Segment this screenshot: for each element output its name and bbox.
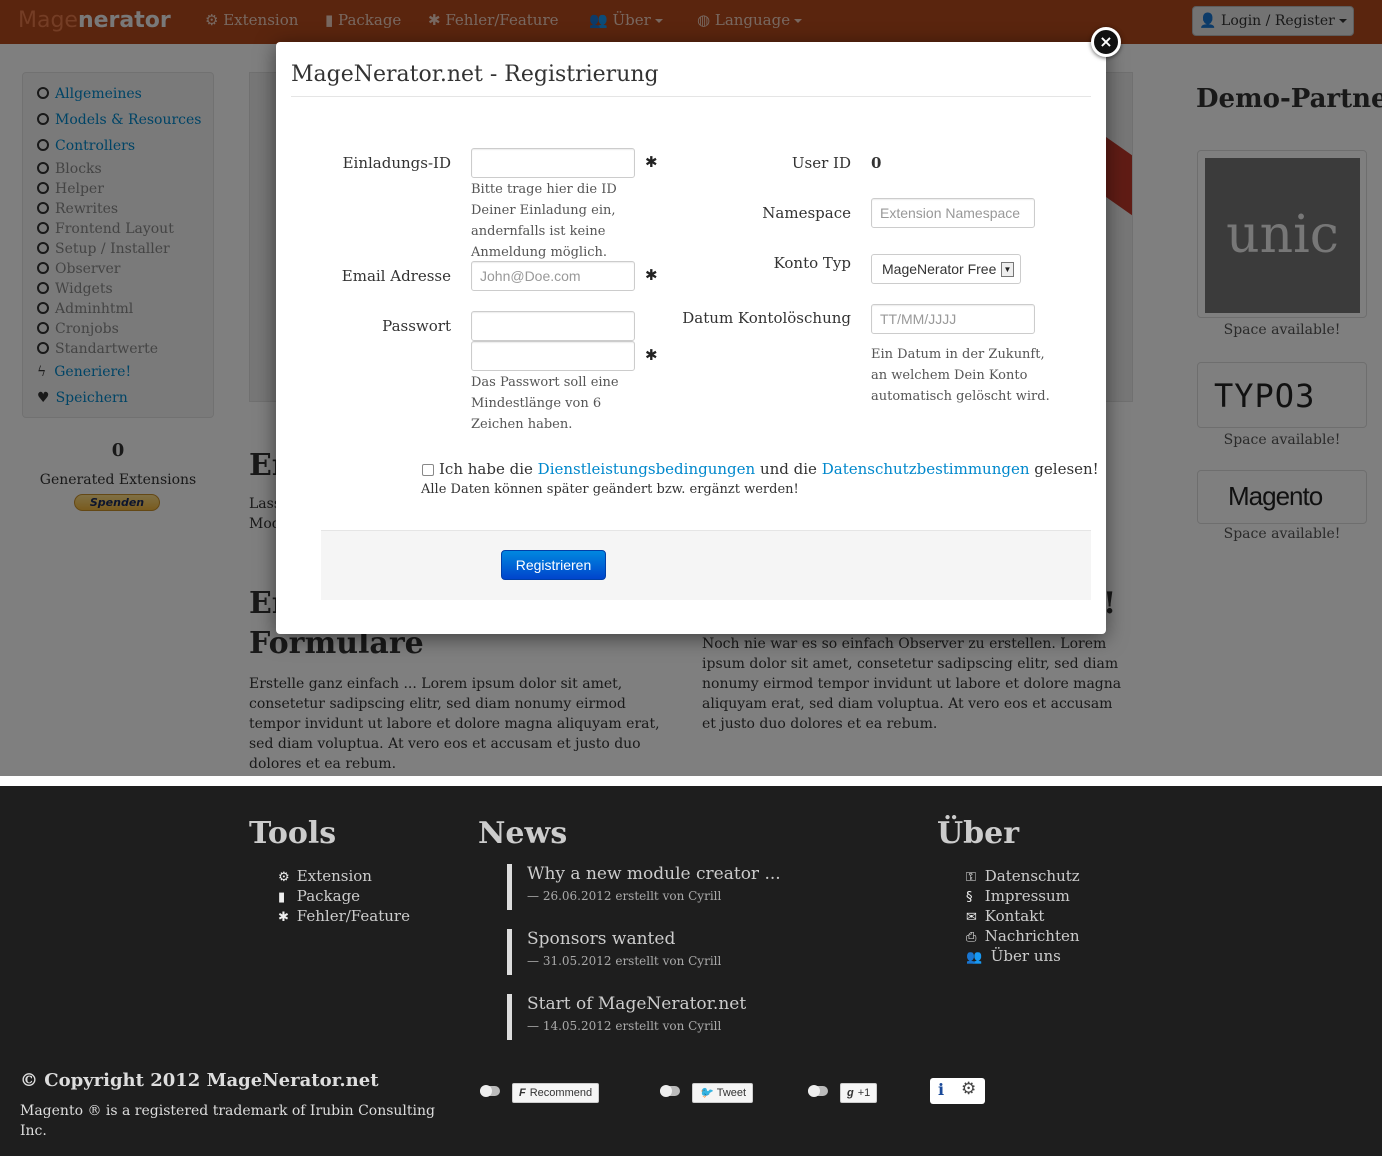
gear-icon[interactable]: ⚙ — [961, 1079, 976, 1099]
trademark-notice: Magento ® is a registered trademark of I… — [20, 1103, 435, 1139]
news-item[interactable]: Sponsors wanted — 31.05.2012 erstellt vo… — [507, 929, 907, 975]
password-confirm-input[interactable] — [471, 341, 635, 371]
paragraph-icon: § — [966, 890, 973, 905]
modal-title: MageNerator.net - Registrierung — [291, 62, 659, 87]
news-title: Sponsors wanted — [527, 929, 676, 949]
bug-icon: ✱ — [278, 910, 289, 925]
news-meta: — 31.05.2012 erstellt von Cyrill — [527, 954, 722, 968]
recommend-label: Recommend — [529, 1087, 593, 1099]
invite-id-input[interactable] — [471, 148, 635, 178]
invite-id-help: Bitte trage hier die ID Deiner Einladung… — [471, 182, 617, 260]
footer-link-extension[interactable]: ⚙ Extension — [278, 867, 372, 885]
news-meta: — 26.06.2012 erstellt von Cyrill — [527, 889, 722, 903]
namespace-input[interactable]: Extension Namespace — [871, 198, 1035, 228]
news-item[interactable]: Why a new module creator ... — 26.06.201… — [507, 864, 907, 910]
news-item[interactable]: Start of MageNerator.net — 14.05.2012 er… — [507, 994, 907, 1040]
footer-link-datenschutz[interactable]: ⚿ Datenschutz — [966, 867, 1080, 885]
account-type-value: MageNerator Free — [882, 261, 997, 277]
terms-text: Ich habe die Dienstleistungsbedingungen … — [439, 460, 1099, 478]
envelope-icon: ✉ — [966, 910, 977, 925]
user-id-label: User ID — [791, 154, 851, 172]
footer-tools-title: Tools — [249, 816, 337, 851]
terms-suffix: gelesen! — [1034, 460, 1099, 478]
lock-icon: ⚿ — [966, 870, 976, 885]
delete-date-label: Datum Kontolöschung — [682, 309, 851, 327]
footer-link-kontakt[interactable]: ✉ Kontakt — [966, 907, 1044, 925]
account-type-label: Konto Typ — [773, 254, 851, 272]
footer-link-label: Package — [296, 887, 361, 905]
terms-middle: und die — [759, 460, 817, 478]
form-actions — [321, 530, 1091, 600]
copyright: © Copyright 2012 MageNerator.net — [20, 1070, 379, 1091]
modal-divider — [291, 96, 1091, 97]
required-asterisk-icon: ✱ — [645, 266, 658, 284]
footer-link-label: Über uns — [990, 947, 1061, 965]
news-title: Start of MageNerator.net — [527, 994, 747, 1014]
terms-prefix: Ich habe die — [439, 460, 533, 478]
twitter-icon: 🐦 — [699, 1087, 713, 1099]
googleplus-icon: g — [847, 1087, 854, 1099]
password-input[interactable] — [471, 311, 635, 341]
footer-link-label: Nachrichten — [984, 927, 1080, 945]
inbox-icon: ⎙ — [966, 930, 977, 945]
footer-link-label: Datenschutz — [984, 867, 1080, 885]
info-icon[interactable]: i — [938, 1080, 944, 1099]
footer-link-label: Extension — [296, 867, 372, 885]
footer-link-ueber-uns[interactable]: 👥 Über uns — [966, 947, 1061, 965]
googleplus-toggle[interactable] — [808, 1085, 828, 1097]
footer-about-title: Über — [937, 816, 1020, 851]
footer-link-label: Kontakt — [984, 907, 1045, 925]
footer-link-impressum[interactable]: § Impressum — [966, 887, 1070, 905]
required-asterisk-icon: ✱ — [645, 346, 658, 364]
terms-of-service-link[interactable]: Dienstleistungsbedingungen — [538, 460, 756, 478]
users-icon: 👥 — [966, 950, 983, 965]
privacy-policy-link[interactable]: Datenschutzbestimmungen — [822, 460, 1030, 478]
password-help: Das Passwort soll eine Mindestlänge von … — [471, 375, 619, 432]
footer: Tools ⚙ Extension ▮ Package ✱ Fehler/Fea… — [0, 786, 1382, 1156]
facebook-icon: F — [519, 1087, 526, 1099]
tweet-button[interactable]: 🐦 Tweet — [692, 1083, 754, 1103]
terms-note: Alle Daten können später geändert bzw. e… — [421, 482, 799, 497]
delete-date-input[interactable]: TT/MM/JJJJ — [871, 304, 1035, 334]
facebook-recommend-button[interactable]: F Recommend — [512, 1083, 600, 1103]
facebook-toggle[interactable] — [480, 1085, 500, 1097]
footer-link-package[interactable]: ▮ Package — [278, 887, 360, 905]
account-type-select[interactable]: MageNerator Free ▼ — [871, 254, 1021, 284]
required-asterisk-icon: ✱ — [645, 153, 658, 171]
delete-date-help: Ein Datum in der Zukunft, an welchem Dei… — [871, 347, 1050, 404]
register-button[interactable]: Registrieren — [501, 550, 606, 580]
footer-news-title: News — [478, 816, 568, 851]
news-meta: — 14.05.2012 erstellt von Cyrill — [527, 1019, 722, 1033]
registration-modal: MageNerator.net - Registrierung Einladun… — [276, 42, 1106, 634]
gears-icon: ⚙ — [278, 870, 290, 885]
footer-link-fehler[interactable]: ✱ Fehler/Feature — [278, 907, 410, 925]
password-label: Passwort — [382, 317, 451, 335]
user-id-value: 0 — [871, 154, 882, 172]
close-icon[interactable]: × — [1091, 27, 1121, 57]
terms-checkbox[interactable] — [422, 464, 434, 476]
dropdown-arrow-icon: ▼ — [1001, 262, 1014, 277]
email-label: Email Adresse — [341, 267, 451, 285]
email-input[interactable]: John@Doe.com — [471, 261, 635, 291]
footer-link-label: Fehler/Feature — [296, 907, 410, 925]
footer-link-label: Impressum — [984, 887, 1070, 905]
twitter-toggle[interactable] — [660, 1085, 680, 1097]
tweet-label: Tweet — [716, 1087, 747, 1099]
news-title: Why a new module creator ... — [527, 864, 781, 884]
plusone-label: +1 — [857, 1087, 871, 1099]
invite-id-label: Einladungs-ID — [342, 154, 451, 172]
namespace-label: Namespace — [762, 204, 851, 222]
social-info-box: i ⚙ — [930, 1078, 985, 1104]
book-icon: ▮ — [278, 890, 286, 905]
footer-link-nachrichten[interactable]: ⎙ Nachrichten — [966, 927, 1080, 945]
googleplus-button[interactable]: g +1 — [840, 1083, 878, 1103]
